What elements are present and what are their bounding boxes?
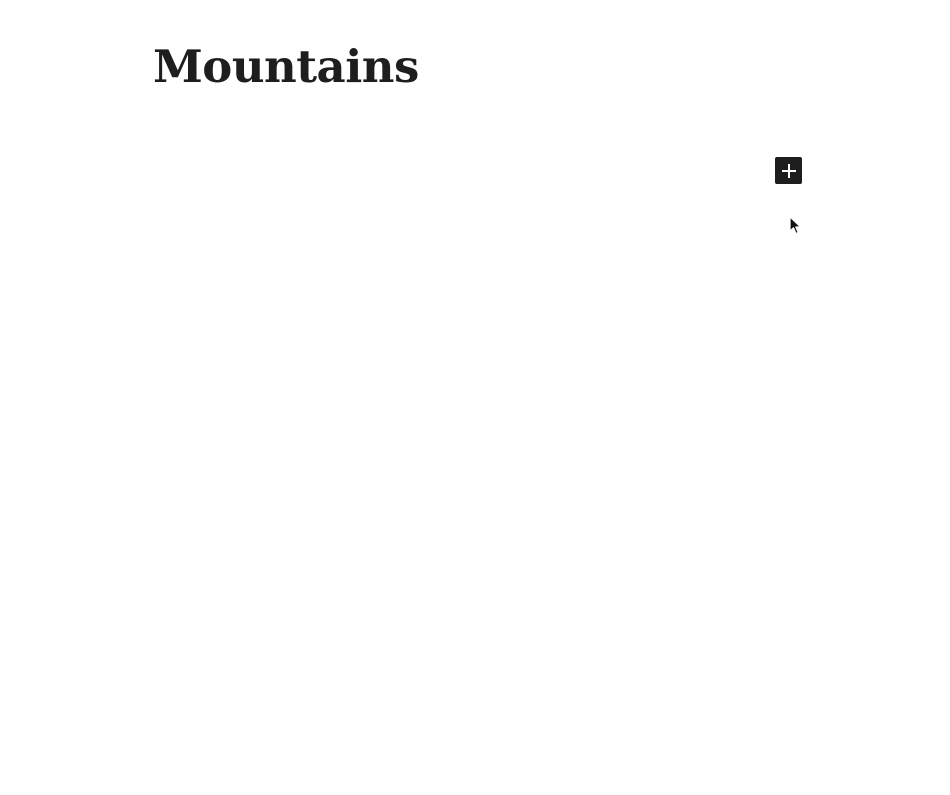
mouse-pointer-icon: [789, 216, 802, 235]
editor-canvas[interactable]: Mountains: [0, 0, 950, 795]
block-inserter-button[interactable]: [775, 157, 802, 184]
plus-icon: [781, 163, 796, 178]
post-title[interactable]: Mountains: [153, 38, 419, 96]
